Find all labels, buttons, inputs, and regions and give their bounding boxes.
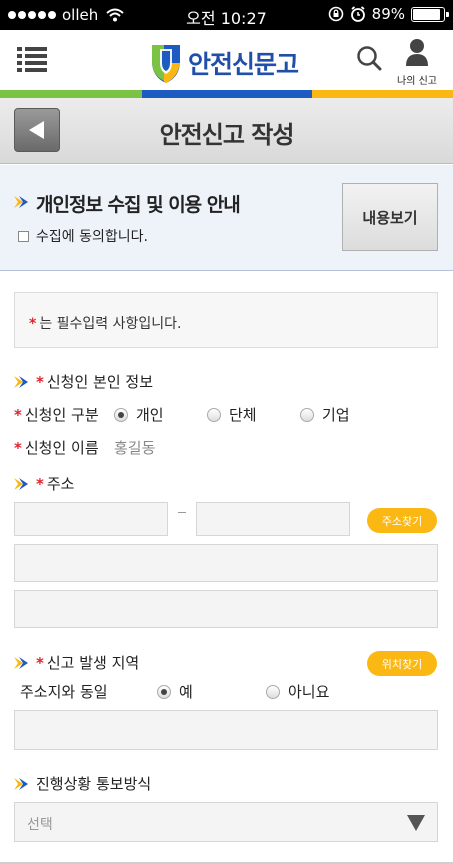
radio-group[interactable]: 단체 bbox=[207, 404, 257, 425]
brand-color-bar bbox=[0, 90, 453, 98]
section-arrow-icon bbox=[14, 477, 28, 490]
required-notice: * 는 필수입력 사항입니다. bbox=[29, 313, 181, 333]
location-input[interactable] bbox=[14, 710, 438, 750]
radio-company[interactable]: 기업 bbox=[300, 404, 350, 425]
page-title: 안전신고 작성 bbox=[159, 121, 295, 149]
radio-same-no-button[interactable] bbox=[266, 684, 280, 699]
privacy-panel: 개인정보 수집 및 이용 안내 수집에 동의합니다. 내용보기 bbox=[0, 165, 453, 271]
required-mark: * bbox=[14, 439, 22, 457]
applicant-type-label: * 신청인 구분 bbox=[14, 404, 99, 425]
progress-section-label: 진행상황 통보방식 bbox=[14, 773, 151, 794]
battery-icon bbox=[411, 6, 449, 22]
required-mark: * bbox=[36, 653, 44, 672]
zipcode-input-2[interactable] bbox=[196, 502, 350, 536]
location-section-label: * 신고 발생 지역 bbox=[14, 652, 139, 673]
section-arrow-icon bbox=[14, 375, 28, 388]
radio-same-yes-label: 예 bbox=[179, 683, 193, 701]
radio-company-button[interactable] bbox=[300, 407, 314, 422]
address-input-2[interactable] bbox=[14, 590, 438, 628]
address-section-label: * 주소 bbox=[14, 473, 74, 494]
applicant-name-text: 신청인 이름 bbox=[24, 439, 99, 457]
radio-same-no-label: 아니요 bbox=[288, 683, 330, 701]
required-notice-text: 는 필수입력 사항입니다. bbox=[39, 316, 182, 332]
shield-logo-icon bbox=[152, 45, 180, 83]
agree-label: 수집에 동의합니다. bbox=[36, 229, 148, 245]
color-bar-green bbox=[0, 90, 142, 98]
my-report-label: 나의 신고 bbox=[397, 76, 437, 87]
applicant-type-text: 신청인 구분 bbox=[24, 406, 99, 424]
address-section-text: 주소 bbox=[46, 475, 75, 493]
user-icon bbox=[406, 39, 428, 66]
status-bar: olleh 오전 10:27 89% bbox=[0, 0, 453, 30]
logo-text: 안전신문고 bbox=[188, 50, 299, 79]
radio-same-yes-button[interactable] bbox=[157, 684, 171, 699]
agree-checkbox-row[interactable]: 수집에 동의합니다. bbox=[18, 226, 148, 246]
radio-same-yes[interactable]: 예 bbox=[157, 681, 193, 702]
app-header: 안전신문고 나의 신고 bbox=[0, 30, 453, 90]
required-mark: * bbox=[14, 406, 22, 424]
agree-checkbox[interactable] bbox=[18, 230, 29, 242]
section-arrow-icon bbox=[14, 777, 28, 790]
search-icon[interactable] bbox=[356, 45, 382, 71]
view-content-button[interactable]: 내용보기 bbox=[342, 183, 438, 251]
color-bar-blue bbox=[142, 90, 312, 98]
color-bar-yellow bbox=[312, 90, 453, 98]
radio-individual-button[interactable] bbox=[114, 407, 128, 422]
battery-percent: 89% bbox=[371, 5, 405, 23]
applicant-section-label: * 신청인 본인 정보 bbox=[14, 371, 153, 392]
radio-group-label: 단체 bbox=[229, 406, 257, 424]
required-notice-box: * 는 필수입력 사항입니다. bbox=[14, 292, 438, 348]
same-as-address-label: 주소지와 동일 bbox=[20, 683, 108, 701]
required-mark: * bbox=[36, 474, 44, 493]
address-search-button[interactable]: 주소찾기 bbox=[367, 508, 437, 533]
required-mark: * bbox=[36, 372, 44, 391]
required-mark: * bbox=[29, 316, 37, 332]
radio-individual[interactable]: 개인 bbox=[114, 404, 164, 425]
rotation-lock-icon bbox=[328, 6, 343, 22]
status-right: 89% bbox=[328, 5, 449, 23]
radio-company-label: 기업 bbox=[322, 406, 350, 424]
section-arrow-icon bbox=[14, 656, 28, 669]
zipcode-input-1[interactable] bbox=[14, 502, 168, 536]
location-search-button[interactable]: 위치찾기 bbox=[367, 651, 437, 676]
progress-section-text: 진행상황 통보방식 bbox=[36, 775, 152, 793]
select-value: 선택 bbox=[27, 817, 53, 833]
my-report-button[interactable]: 나의 신고 bbox=[390, 38, 444, 87]
radio-individual-label: 개인 bbox=[136, 406, 164, 424]
alarm-icon bbox=[350, 6, 365, 22]
address-input-1[interactable] bbox=[14, 544, 438, 582]
applicant-name-label: * 신청인 이름 bbox=[14, 437, 99, 458]
location-section-text: 신고 발생 지역 bbox=[46, 654, 140, 672]
dropdown-caret-icon bbox=[407, 815, 425, 831]
app-logo[interactable]: 안전신문고 bbox=[148, 38, 299, 88]
title-bar: 안전신고 작성 bbox=[0, 98, 453, 164]
menu-icon[interactable] bbox=[17, 46, 47, 72]
zipcode-dash bbox=[178, 512, 186, 513]
battery-fill bbox=[413, 8, 440, 20]
radio-group-button[interactable] bbox=[207, 407, 221, 422]
applicant-name-value: 홍길동 bbox=[114, 439, 156, 457]
radio-same-no[interactable]: 아니요 bbox=[266, 681, 329, 702]
section-arrow-icon bbox=[14, 196, 28, 208]
notification-method-select[interactable]: 선택 bbox=[14, 802, 438, 842]
applicant-section-text: 신청인 본인 정보 bbox=[46, 373, 153, 391]
privacy-title: 개인정보 수집 및 이용 안내 bbox=[36, 194, 241, 216]
